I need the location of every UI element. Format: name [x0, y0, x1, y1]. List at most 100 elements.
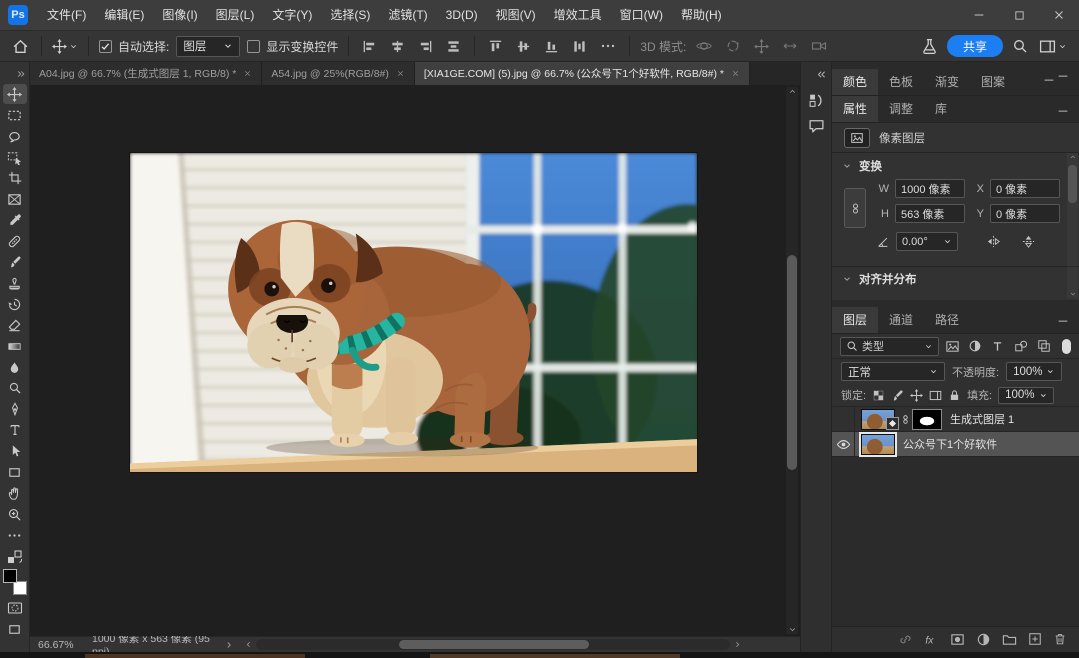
edit-toolbar-button[interactable]	[3, 525, 27, 545]
link-layers-icon[interactable]	[898, 631, 913, 649]
delete-layer-icon[interactable]	[1053, 631, 1067, 649]
fill-dropdown[interactable]: 100%	[998, 387, 1054, 404]
gradient-tool[interactable]	[3, 336, 27, 356]
frame-tool[interactable]	[3, 189, 27, 209]
history-panel-icon[interactable]	[808, 92, 825, 109]
width-input[interactable]: 1000 像素	[895, 179, 965, 198]
distribute-vertical-button[interactable]	[443, 38, 464, 55]
layer-name[interactable]: 公众号下1个好软件	[903, 436, 997, 452]
align-left-button[interactable]	[359, 38, 380, 55]
menu-3d[interactable]: 3D(D)	[437, 0, 487, 30]
flip-vertical-icon[interactable]	[1021, 234, 1036, 249]
layer-style-icon[interactable]	[924, 631, 939, 649]
bulldog-photo[interactable]	[130, 153, 697, 472]
beaker-icon[interactable]	[919, 36, 940, 57]
hand-tool[interactable]	[3, 483, 27, 503]
filter-shape-layers-icon[interactable]	[1011, 337, 1031, 355]
zoom-tool[interactable]	[3, 504, 27, 524]
blur-tool[interactable]	[3, 357, 27, 377]
canvas-vertical-scrollbar[interactable]	[786, 87, 798, 634]
visibility-toggle-off[interactable]	[832, 407, 855, 431]
scroll-right-icon[interactable]	[733, 640, 742, 649]
layer-mask-thumbnail[interactable]	[912, 409, 942, 430]
menu-image[interactable]: 图像(I)	[153, 0, 206, 30]
adjustment-layer-icon[interactable]	[976, 631, 991, 649]
lock-position-icon[interactable]	[910, 389, 923, 402]
y-input[interactable]: 0 像素	[990, 204, 1060, 223]
horizontal-scroll-track[interactable]	[256, 639, 730, 650]
tab-patterns[interactable]: 图案	[970, 69, 1016, 95]
filter-smart-objects-icon[interactable]	[1034, 337, 1054, 355]
angle-input[interactable]: 0.00°	[896, 232, 958, 251]
x-input[interactable]: 0 像素	[990, 179, 1060, 198]
menu-edit[interactable]: 编辑(E)	[95, 0, 153, 30]
vertical-scroll-thumb[interactable]	[787, 255, 797, 470]
align-section-header[interactable]: 对齐并分布	[832, 266, 1079, 291]
document-tab-3-active[interactable]: [XIA1GE.COM] (5).jpg @ 66.7% (公众号下1个好软件,…	[415, 62, 750, 85]
document-tab-1[interactable]: A04.jpg @ 66.7% (生成式图层 1, RGB/8) *	[30, 62, 262, 85]
filter-toggle[interactable]	[1062, 339, 1071, 354]
canvas[interactable]	[30, 85, 800, 636]
foreground-color-swatch[interactable]	[3, 569, 17, 583]
current-tool-icon[interactable]	[52, 39, 78, 54]
tab-gradients[interactable]: 渐变	[924, 69, 970, 95]
layer-name[interactable]: 生成式图层 1	[950, 411, 1014, 427]
share-button[interactable]: 共享	[947, 35, 1003, 57]
3d-orbit-icon[interactable]	[693, 37, 715, 55]
type-tool[interactable]	[3, 420, 27, 440]
menu-window[interactable]: 窗口(W)	[611, 0, 672, 30]
screen-mode-button[interactable]	[3, 619, 27, 639]
panel-menu-icon[interactable]	[1056, 313, 1070, 331]
tab-layers[interactable]: 图层	[832, 307, 878, 333]
more-options-button[interactable]	[597, 37, 619, 55]
menu-plugins[interactable]: 增效工具	[545, 0, 611, 30]
distribute-horizontal-button[interactable]	[569, 38, 590, 55]
marquee-tool[interactable]	[3, 105, 27, 125]
constrain-link-icon[interactable]	[844, 188, 866, 228]
tab-libraries[interactable]: 库	[924, 96, 958, 122]
flip-horizontal-icon[interactable]	[986, 234, 1001, 249]
lasso-tool[interactable]	[3, 126, 27, 146]
close-tab-icon[interactable]	[243, 69, 252, 78]
dodge-tool[interactable]	[3, 378, 27, 398]
scroll-thumb[interactable]	[1068, 165, 1077, 203]
minimize-button[interactable]	[959, 0, 999, 30]
tab-channels[interactable]: 通道	[878, 307, 924, 333]
height-input[interactable]: 563 像素	[895, 204, 965, 223]
new-group-icon[interactable]	[1002, 631, 1017, 649]
filter-type-layers-icon[interactable]	[988, 337, 1008, 355]
crop-tool[interactable]	[3, 168, 27, 188]
filter-pixel-layers-icon[interactable]	[942, 337, 962, 355]
history-brush-tool[interactable]	[3, 294, 27, 314]
object-selection-tool[interactable]	[3, 147, 27, 167]
panel-menu-icon[interactable]	[1042, 72, 1070, 90]
auto-select-target-dropdown[interactable]: 图层	[176, 36, 240, 57]
path-selection-tool[interactable]	[3, 441, 27, 461]
tab-paths[interactable]: 路径	[924, 307, 970, 333]
menu-view[interactable]: 视图(V)	[487, 0, 545, 30]
add-mask-icon[interactable]	[950, 631, 965, 649]
3d-slide-icon[interactable]	[779, 37, 801, 55]
align-horizontal-center-button[interactable]	[387, 38, 408, 55]
workspace-switcher[interactable]	[1037, 36, 1069, 57]
layer-filter-dropdown[interactable]: 类型	[840, 337, 939, 356]
filter-adjustment-layers-icon[interactable]	[965, 337, 985, 355]
3d-camera-icon[interactable]	[808, 37, 830, 55]
pen-tool[interactable]	[3, 399, 27, 419]
scroll-down-icon[interactable]	[1067, 290, 1078, 298]
align-bottom-button[interactable]	[541, 38, 562, 55]
align-right-button[interactable]	[415, 38, 436, 55]
close-tab-icon[interactable]	[731, 69, 740, 78]
document-tab-2[interactable]: A54.jpg @ 25%(RGB/8#)	[262, 62, 414, 85]
horizontal-scroll-thumb[interactable]	[399, 640, 589, 649]
lock-transparent-icon[interactable]	[872, 389, 885, 402]
opacity-dropdown[interactable]: 100%	[1006, 362, 1062, 381]
align-top-button[interactable]	[485, 38, 506, 55]
visibility-toggle-on[interactable]	[832, 432, 855, 456]
comments-panel-icon[interactable]	[808, 117, 825, 134]
scroll-up-icon[interactable]	[1067, 153, 1078, 161]
home-icon[interactable]	[10, 36, 31, 57]
menu-layer[interactable]: 图层(L)	[207, 0, 264, 30]
menu-select[interactable]: 选择(S)	[321, 0, 379, 30]
new-layer-icon[interactable]	[1028, 631, 1042, 649]
